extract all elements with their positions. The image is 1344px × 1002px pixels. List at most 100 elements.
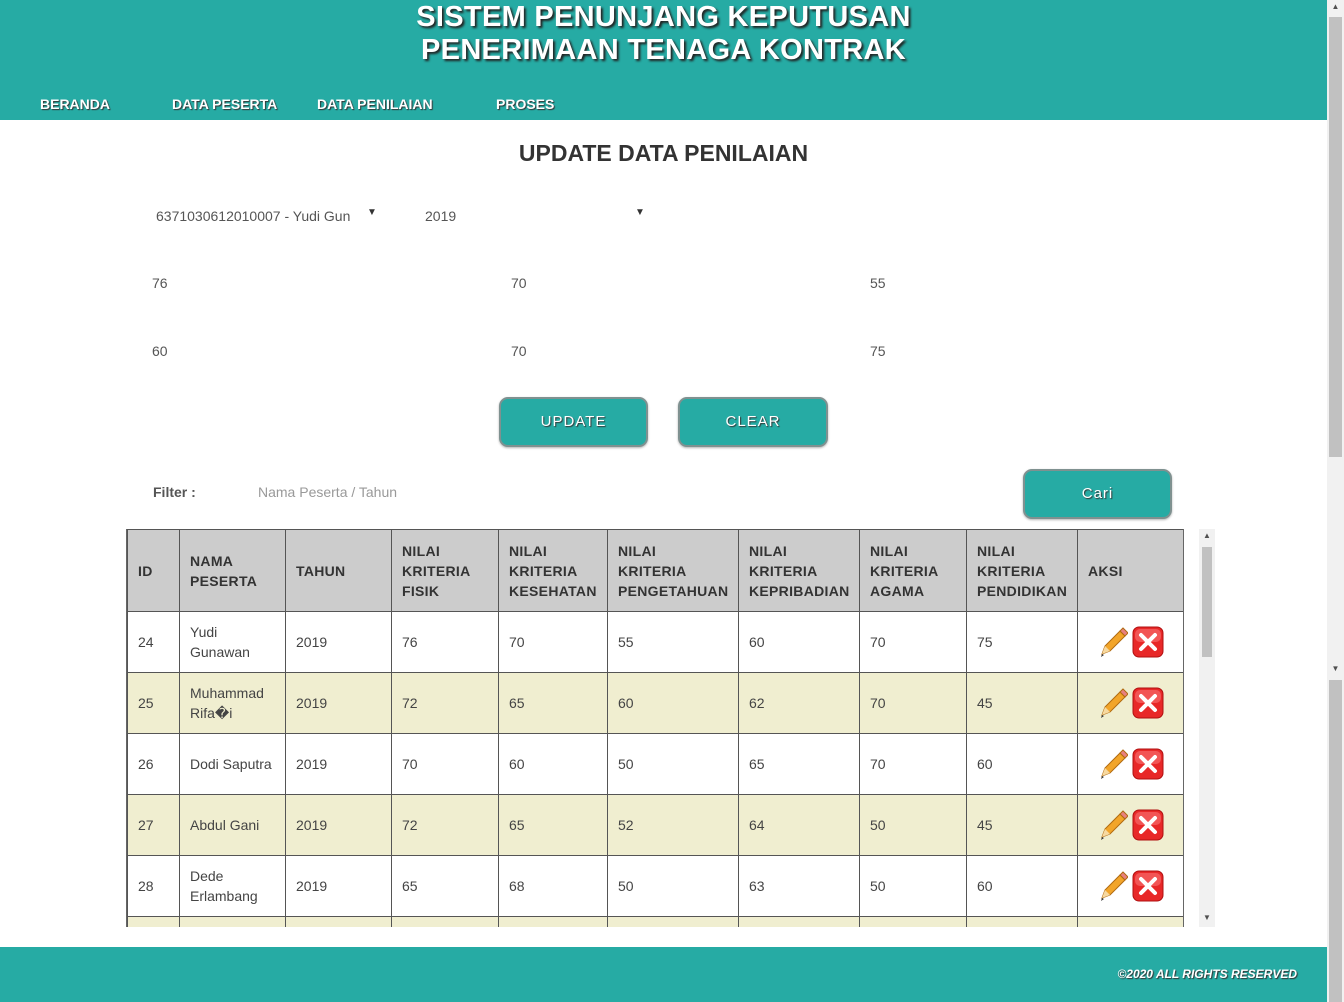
pencil-icon[interactable] bbox=[1098, 809, 1129, 841]
delete-icon[interactable] bbox=[1132, 748, 1164, 780]
table-cell: 2019 bbox=[285, 794, 392, 856]
table-row: 26 Dodi Saputra 2019 70 60 50 65 70 60 bbox=[127, 733, 1183, 795]
scroll-down-icon[interactable]: ▼ bbox=[1199, 913, 1215, 922]
scrollbar-thumb[interactable] bbox=[1202, 547, 1212, 657]
table-cell: 70 bbox=[498, 611, 608, 673]
filter-label: Filter : bbox=[153, 484, 196, 500]
nav-proses[interactable]: PROSES bbox=[496, 96, 554, 112]
tahun-select[interactable]: 2019 ▼ bbox=[425, 200, 655, 230]
nilai-agama-input[interactable] bbox=[511, 336, 811, 366]
table-cell: 68 bbox=[498, 855, 608, 917]
footer: ©2020 ALL RIGHTS RESERVED bbox=[0, 947, 1327, 1002]
nilai-pendidikan-input[interactable] bbox=[870, 336, 1170, 366]
table-cell bbox=[738, 916, 860, 927]
nilai-kesehatan-input[interactable] bbox=[511, 268, 811, 298]
table-cell: 70 bbox=[391, 733, 499, 795]
table-cell: 26 bbox=[127, 733, 180, 795]
table-cell: 76 bbox=[391, 611, 499, 673]
nilai-pengetahuan-input[interactable] bbox=[870, 268, 1170, 298]
table-cell: 27 bbox=[127, 794, 180, 856]
pencil-icon[interactable] bbox=[1098, 687, 1129, 719]
chevron-down-icon: ▼ bbox=[367, 207, 377, 218]
column-header: NAMA PESERTA bbox=[179, 529, 286, 612]
table-cell bbox=[498, 916, 608, 927]
column-header: ID bbox=[127, 529, 180, 612]
column-header: AKSI bbox=[1077, 529, 1183, 612]
nilai-kepribadian-input[interactable] bbox=[152, 336, 452, 366]
pencil-icon[interactable] bbox=[1098, 626, 1129, 658]
table-cell: 24 bbox=[127, 611, 180, 673]
table-cell: 60 bbox=[498, 733, 608, 795]
app-title-line2: PENERIMAAN TENAGA KONTRAK bbox=[421, 34, 906, 66]
table-cell: 45 bbox=[966, 672, 1078, 734]
penilaian-table-container: ID NAMA PESERTA TAHUN NILAI KRITERIA FIS… bbox=[126, 529, 1184, 927]
table-cell bbox=[966, 916, 1078, 927]
scroll-up-icon[interactable]: ▲ bbox=[1327, 2, 1344, 11]
table-cell: 64 bbox=[738, 794, 860, 856]
filter-input[interactable] bbox=[258, 478, 678, 506]
table-row: 25 Muhammad Rifa�i 2019 72 65 60 62 70 45 bbox=[127, 672, 1183, 734]
table-cell bbox=[1077, 916, 1183, 927]
action-cell bbox=[1077, 611, 1183, 673]
table-cell: 2019 bbox=[285, 855, 392, 917]
peserta-select[interactable]: 6371030612010007 - Yudi Gunawan ▼ bbox=[156, 200, 386, 230]
chevron-down-icon: ▼ bbox=[635, 207, 645, 218]
column-header: NILAI KRITERIA PENGETAHUAN bbox=[607, 529, 739, 612]
table-cell bbox=[607, 916, 739, 927]
table-cell: 50 bbox=[859, 855, 967, 917]
table-cell: 65 bbox=[738, 733, 860, 795]
table-body: 24 Yudi Gunawan 2019 76 70 55 60 70 75 25 Muhammad… bbox=[127, 611, 1183, 927]
table-cell: 50 bbox=[859, 794, 967, 856]
nilai-fisik-input[interactable] bbox=[152, 268, 452, 298]
table-header-row: ID NAMA PESERTA TAHUN NILAI KRITERIA FIS… bbox=[127, 529, 1183, 612]
peserta-select-value: 6371030612010007 - Yudi Gunawan bbox=[156, 208, 351, 224]
table-cell: 72 bbox=[391, 794, 499, 856]
scrollbar-thumb-lower bbox=[1329, 680, 1342, 1002]
table-cell: 60 bbox=[966, 733, 1078, 795]
copyright-text: ©2020 ALL RIGHTS RESERVED bbox=[1117, 967, 1297, 981]
column-header: NILAI KRITERIA KEPRIBADIAN bbox=[738, 529, 860, 612]
table-cell: 65 bbox=[391, 855, 499, 917]
table-cell: 28 bbox=[127, 855, 180, 917]
column-header: NILAI KRITERIA AGAMA bbox=[859, 529, 967, 612]
table-cell: 2019 bbox=[285, 611, 392, 673]
app-title-line1: SISTEM PENUNJANG KEPUTUSAN bbox=[416, 1, 911, 33]
table-row: 24 Yudi Gunawan 2019 76 70 55 60 70 75 bbox=[127, 611, 1183, 673]
scroll-up-icon[interactable]: ▲ bbox=[1199, 531, 1215, 540]
nav-data-peserta[interactable]: DATA PESERTA bbox=[172, 96, 277, 112]
delete-icon[interactable] bbox=[1132, 870, 1164, 902]
penilaian-table: ID NAMA PESERTA TAHUN NILAI KRITERIA FIS… bbox=[127, 529, 1183, 927]
table-cell: Abdul Gani bbox=[179, 794, 286, 856]
table-cell: 52 bbox=[607, 794, 739, 856]
table-scrollbar[interactable]: ▲ ▼ bbox=[1199, 529, 1215, 927]
table-cell: 50 bbox=[607, 855, 739, 917]
scrollbar-thumb[interactable] bbox=[1329, 17, 1342, 457]
column-header: NILAI KRITERIA PENDIDIKAN bbox=[966, 529, 1078, 612]
clear-button[interactable]: CLEAR bbox=[678, 397, 828, 447]
table-cell: 60 bbox=[966, 855, 1078, 917]
pencil-icon[interactable] bbox=[1098, 870, 1129, 902]
search-button[interactable]: Cari bbox=[1023, 469, 1172, 519]
column-header: NILAI KRITERIA FISIK bbox=[391, 529, 499, 612]
page: SISTEM PENUNJANG KEPUTUSAN PENERIMAAN TE… bbox=[0, 0, 1344, 1002]
nav-beranda[interactable]: BERANDA bbox=[40, 96, 110, 112]
header: SISTEM PENUNJANG KEPUTUSAN PENERIMAAN TE… bbox=[0, 0, 1327, 120]
delete-icon[interactable] bbox=[1132, 809, 1164, 841]
table-cell: 65 bbox=[498, 672, 608, 734]
pencil-icon[interactable] bbox=[1098, 748, 1129, 780]
delete-icon[interactable] bbox=[1132, 626, 1164, 658]
nav-data-penilaian[interactable]: DATA PENILAIAN bbox=[317, 96, 433, 112]
window-scrollbar[interactable]: ▲ ▼ bbox=[1327, 0, 1344, 1002]
table-cell: 75 bbox=[966, 611, 1078, 673]
scroll-down-icon[interactable]: ▼ bbox=[1327, 664, 1344, 673]
action-cell bbox=[1077, 672, 1183, 734]
table-row: 28 Dede Erlambang 2019 65 68 50 63 50 60 bbox=[127, 855, 1183, 917]
delete-icon[interactable] bbox=[1132, 687, 1164, 719]
table-row-partial bbox=[127, 916, 1183, 927]
update-button[interactable]: UPDATE bbox=[499, 397, 648, 447]
action-cell bbox=[1077, 794, 1183, 856]
table-cell: 45 bbox=[966, 794, 1078, 856]
table-cell: Yudi Gunawan bbox=[179, 611, 286, 673]
table-cell bbox=[179, 916, 286, 927]
page-title: UPDATE DATA PENILAIAN bbox=[518, 140, 809, 166]
